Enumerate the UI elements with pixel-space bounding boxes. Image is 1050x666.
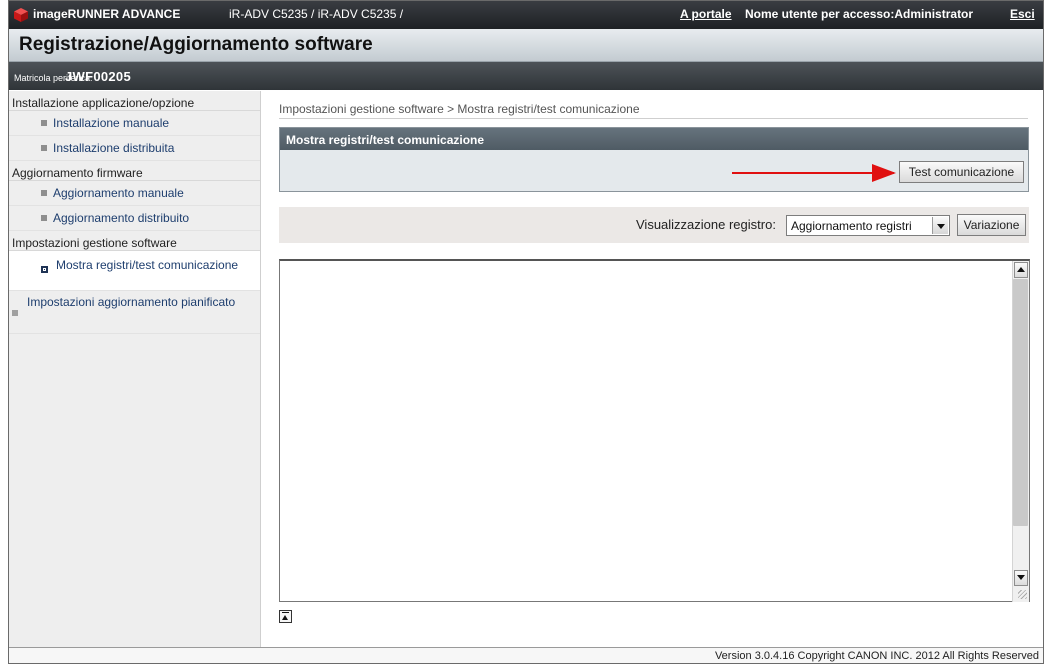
sidebar-item-distributed-installation[interactable]: Installazione distribuita (9, 136, 260, 161)
footer: Version 3.0.4.16 Copyright CANON INC. 20… (9, 647, 1043, 663)
bullet-icon (41, 190, 47, 196)
app-name: imageRUNNER ADVANCE (33, 7, 181, 21)
logout-link[interactable]: Esci (1010, 7, 1035, 21)
log-type-select[interactable]: Aggiornamento registri (786, 215, 950, 236)
log-textarea[interactable] (279, 259, 1030, 602)
arrow-head-icon (872, 164, 896, 182)
resize-grip-icon[interactable] (1018, 590, 1027, 599)
sidebar-item-manual-installation[interactable]: Installazione manuale (9, 111, 260, 136)
test-communication-button[interactable]: Test comunicazione (899, 161, 1024, 183)
title-bar: Registrazione/Aggiornamento software (9, 29, 1043, 62)
bullet-icon (12, 310, 18, 316)
scroll-thumb[interactable] (1013, 279, 1028, 526)
selected-bullet-icon (41, 266, 48, 273)
main-content: Impostazioni gestione software > Mostra … (261, 91, 1043, 647)
red-arrow-annotation (732, 172, 894, 174)
sidebar-item-distributed-update[interactable]: Aggiornamento distribuito (9, 206, 260, 231)
breadcrumb: Impostazioni gestione software > Mostra … (279, 102, 1028, 119)
chevron-down-icon[interactable] (932, 217, 948, 234)
sidebar-item-label: Impostazioni aggiornamento pianificato (27, 295, 236, 309)
sidebar-item-label: Installazione manuale (53, 116, 170, 130)
sidebar-item-label: Mostra registri/test comunicazione (56, 258, 239, 272)
sidebar-section-firmware: Aggiornamento firmware (9, 161, 260, 181)
sidebar-item-show-logs[interactable]: Mostra registri/test comunicazione (9, 251, 260, 291)
sidebar: Installazione applicazione/opzione Insta… (9, 91, 261, 647)
scroll-to-top-icon[interactable] (279, 610, 292, 623)
serial-value: JWF00205 (65, 69, 131, 84)
browser-frame: imageRUNNER ADVANCE iR-ADV C5235 / iR-AD… (8, 0, 1044, 664)
bullet-icon (41, 120, 47, 126)
sidebar-item-label: Aggiornamento distribuito (53, 211, 190, 225)
device-name: iR-ADV C5235 / iR-ADV C5235 / (229, 7, 404, 21)
bullet-icon (41, 215, 47, 221)
top-bar: imageRUNNER ADVANCE iR-ADV C5235 / iR-AD… (9, 1, 1043, 29)
sidebar-section-installation: Installazione applicazione/opzione (9, 91, 260, 111)
bullet-icon (41, 145, 47, 151)
portal-link[interactable]: A portale (680, 7, 732, 21)
log-type-value: Aggiornamento registri (791, 219, 912, 233)
log-filter-bar: Visualizzazione registro: Aggiornamento … (279, 207, 1029, 243)
sidebar-item-label: Aggiornamento manuale (53, 186, 184, 200)
log-select-label: Visualizzazione registro: (636, 217, 776, 232)
scroll-down-icon[interactable] (1014, 570, 1028, 586)
change-button[interactable]: Variazione (957, 214, 1026, 236)
serial-bar: Matricola periferica: JWF00205 (9, 62, 1043, 90)
sidebar-item-scheduled-update[interactable]: Impostazioni aggiornamento pianificato (9, 291, 260, 334)
scrollbar[interactable] (1012, 261, 1029, 602)
sidebar-item-manual-update[interactable]: Aggiornamento manuale (9, 181, 260, 206)
panel-title: Mostra registri/test comunicazione (280, 128, 1028, 150)
sidebar-section-software-management: Impostazioni gestione software (9, 231, 260, 251)
scroll-up-icon[interactable] (1014, 262, 1028, 278)
version-text: Version 3.0.4.16 Copyright CANON INC. 20… (714, 650, 1039, 662)
canon-cube-icon (14, 8, 28, 22)
user-label: Nome utente per accesso:Administrator (745, 7, 974, 21)
log-panel: Mostra registri/test comunicazione Test … (279, 127, 1029, 192)
sidebar-item-label: Installazione distribuita (53, 141, 175, 155)
page-title: Registrazione/Aggiornamento software (19, 34, 373, 55)
